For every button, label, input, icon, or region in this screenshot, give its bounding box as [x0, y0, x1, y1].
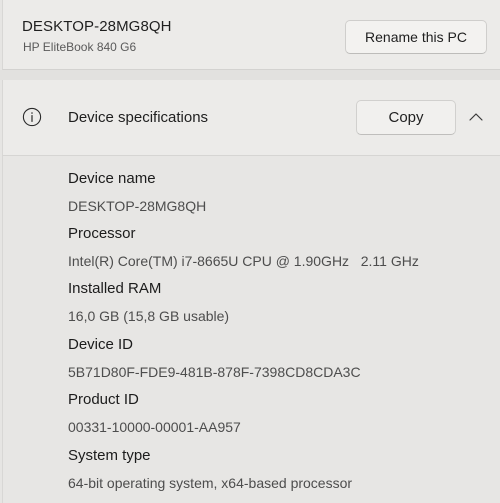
copy-button[interactable]: Copy — [356, 100, 456, 135]
pc-model: HP EliteBook 840 G6 — [23, 40, 137, 54]
spec-value: 00331-10000-00001-AA957 — [68, 419, 241, 435]
pc-name-card: DESKTOP-28MG8QH HP EliteBook 840 G6 Rena… — [2, 0, 500, 70]
spec-row-device-id: Device ID 5B71D80F-FDE9-481B-878F-7398CD… — [68, 335, 488, 382]
info-icon — [22, 107, 42, 127]
spec-label: Device ID — [68, 336, 134, 353]
spec-label: Processor — [68, 225, 136, 242]
rename-pc-button[interactable]: Rename this PC — [345, 20, 487, 54]
spec-row-installed-ram: Installed RAM 16,0 GB (15,8 GB usable) — [68, 279, 488, 326]
device-specifications-body: Device name DESKTOP-28MG8QH Processor In… — [2, 156, 500, 503]
spec-value: 5B71D80F-FDE9-481B-878F-7398CD8CDA3C — [68, 364, 361, 380]
spec-value: 16,0 GB (15,8 GB usable) — [68, 308, 230, 324]
spec-row-device-name: Device name DESKTOP-28MG8QH — [68, 169, 488, 216]
spec-label: Device name — [68, 170, 156, 187]
pc-name: DESKTOP-28MG8QH — [22, 18, 172, 35]
spec-label: Product ID — [68, 391, 139, 408]
spec-value: DESKTOP-28MG8QH — [68, 198, 207, 214]
spec-row-processor: Processor Intel(R) Core(TM) i7-8665U CPU… — [68, 224, 488, 271]
device-specifications-header[interactable]: Device specifications Copy — [2, 80, 500, 156]
spec-row-system-type: System type 64-bit operating system, x64… — [68, 446, 488, 493]
device-specifications-title: Device specifications — [68, 109, 209, 126]
spec-value: 64-bit operating system, x64-based proce… — [68, 475, 353, 491]
section-divider — [0, 70, 500, 80]
spec-label: System type — [68, 447, 151, 464]
spec-label: Installed RAM — [68, 280, 162, 297]
spec-row-product-id: Product ID 00331-10000-00001-AA957 — [68, 390, 488, 437]
spec-value: Intel(R) Core(TM) i7-8665U CPU @ 1.90GHz… — [68, 253, 419, 269]
chevron-up-icon[interactable] — [468, 111, 484, 123]
